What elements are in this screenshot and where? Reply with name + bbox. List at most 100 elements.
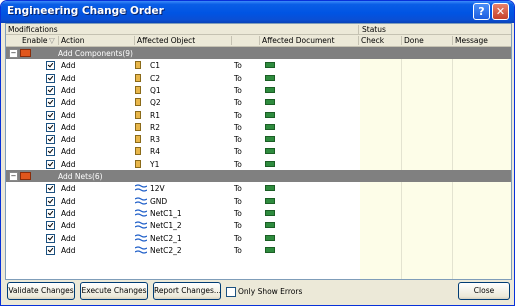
affected-object-cell: R3 [150, 135, 160, 145]
pcb-document-icon [265, 197, 275, 204]
enable-checkbox[interactable] [46, 147, 55, 157]
header-divider [58, 36, 59, 45]
net-icon [134, 196, 148, 205]
to-cell: To [234, 221, 242, 231]
net-icon [134, 184, 148, 192]
to-cell: To [234, 245, 242, 255]
help-button[interactable]: ? [473, 3, 490, 20]
enable-checkbox[interactable] [46, 184, 55, 194]
change-row: Add R3 To [6, 133, 511, 145]
enable-checkbox[interactable] [46, 85, 55, 95]
affected-object-cell: 12V [150, 184, 165, 194]
column-affected-document[interactable]: Affected Document [262, 36, 335, 45]
column-check[interactable]: Check [361, 36, 384, 45]
change-row: Add NetC1_2 To [6, 219, 511, 231]
to-cell: To [234, 147, 242, 157]
column-done[interactable]: Done [404, 36, 424, 45]
action-cell: Add [61, 110, 76, 120]
change-row: Add Q2 To [6, 96, 511, 108]
enable-checkbox[interactable] [46, 122, 55, 132]
to-cell: To [234, 85, 242, 95]
pcb-document-icon [265, 148, 275, 155]
action-cell: Add [61, 147, 76, 157]
column-affected-object[interactable]: Affected Object [137, 36, 195, 45]
to-cell: To [234, 98, 242, 108]
affected-object-cell: R2 [150, 122, 160, 132]
change-row: Add NetC2_2 To [6, 244, 511, 256]
column-action[interactable]: Action [61, 36, 85, 45]
action-cell: Add [61, 208, 76, 218]
component-icon [135, 98, 141, 107]
enable-checkbox[interactable] [46, 233, 55, 243]
pcb-document-icon [265, 234, 275, 241]
column-enable[interactable]: Enable [22, 36, 48, 45]
collapse-icon[interactable]: − [9, 172, 18, 181]
affected-object-cell: GND [150, 196, 168, 206]
to-cell: To [234, 61, 242, 71]
pcb-document-icon [265, 99, 275, 106]
enable-checkbox[interactable] [46, 110, 55, 120]
component-icon [135, 122, 141, 131]
to-cell: To [234, 122, 242, 132]
action-cell: Add [61, 98, 76, 108]
action-cell: Add [61, 159, 76, 169]
component-icon [135, 61, 141, 70]
change-row: Add GND To [6, 195, 511, 207]
eco-dialog: Engineering Change Order ? ✕ Modificatio… [0, 0, 515, 306]
action-cell: Add [61, 85, 76, 95]
folder-icon [20, 49, 31, 57]
header-status: Status [362, 25, 386, 34]
enable-checkbox[interactable] [46, 245, 55, 255]
change-row: Add R2 To [6, 121, 511, 133]
affected-object-cell: Q2 [150, 98, 161, 108]
to-cell: To [234, 159, 242, 169]
header-column-row: Enable ▽ Action Affected Object Affected… [6, 35, 511, 47]
to-cell: To [234, 233, 242, 243]
affected-object-cell: NetC1_1 [150, 208, 182, 218]
pcb-document-icon [265, 222, 275, 229]
action-cell: Add [61, 122, 76, 132]
enable-checkbox[interactable] [46, 73, 55, 83]
action-cell: Add [61, 73, 76, 83]
pcb-document-icon [265, 123, 275, 130]
enable-checkbox[interactable] [46, 196, 55, 206]
pcb-document-icon [265, 246, 275, 253]
enable-checkbox[interactable] [46, 159, 55, 169]
report-changes-button[interactable]: Report Changes... [153, 282, 221, 300]
component-icon [135, 159, 141, 168]
window-title: Engineering Change Order [7, 5, 164, 17]
action-cell: Add [61, 233, 76, 243]
close-button[interactable]: Close [458, 282, 510, 300]
net-icon [134, 233, 148, 242]
header-divider [401, 36, 402, 45]
validate-changes-button[interactable]: Validate Changes [7, 282, 75, 300]
sort-arrow-icon: ▽ [49, 36, 55, 45]
change-row: Add 12V To [6, 182, 511, 194]
collapse-icon[interactable]: − [9, 49, 18, 58]
affected-object-cell: Y1 [150, 159, 160, 169]
affected-object-cell: Q1 [150, 85, 161, 95]
header-divider [358, 36, 359, 45]
column-message[interactable]: Message [455, 36, 488, 45]
folder-icon [20, 172, 31, 180]
enable-checkbox[interactable] [46, 135, 55, 145]
only-show-errors-checkbox[interactable] [226, 287, 236, 297]
group-row[interactable]: − Add Nets(6) [6, 170, 511, 182]
enable-checkbox[interactable] [46, 221, 55, 231]
execute-changes-button[interactable]: Execute Changes [80, 282, 148, 300]
header-divider [231, 36, 232, 45]
net-icon [134, 209, 148, 217]
enable-checkbox[interactable] [46, 98, 55, 108]
change-row: Add R4 To [6, 145, 511, 157]
enable-checkbox[interactable] [46, 61, 55, 71]
affected-object-cell: R4 [150, 147, 160, 157]
change-row: Add Q1 To [6, 84, 511, 96]
component-icon [135, 73, 141, 82]
pcb-document-icon [265, 160, 275, 167]
enable-checkbox[interactable] [46, 208, 55, 218]
group-row[interactable]: − Add Components(9) [6, 47, 511, 59]
header-modifications: Modifications [8, 25, 58, 34]
header-divider [259, 36, 260, 45]
to-cell: To [234, 196, 242, 206]
close-window-button[interactable]: ✕ [492, 3, 509, 20]
